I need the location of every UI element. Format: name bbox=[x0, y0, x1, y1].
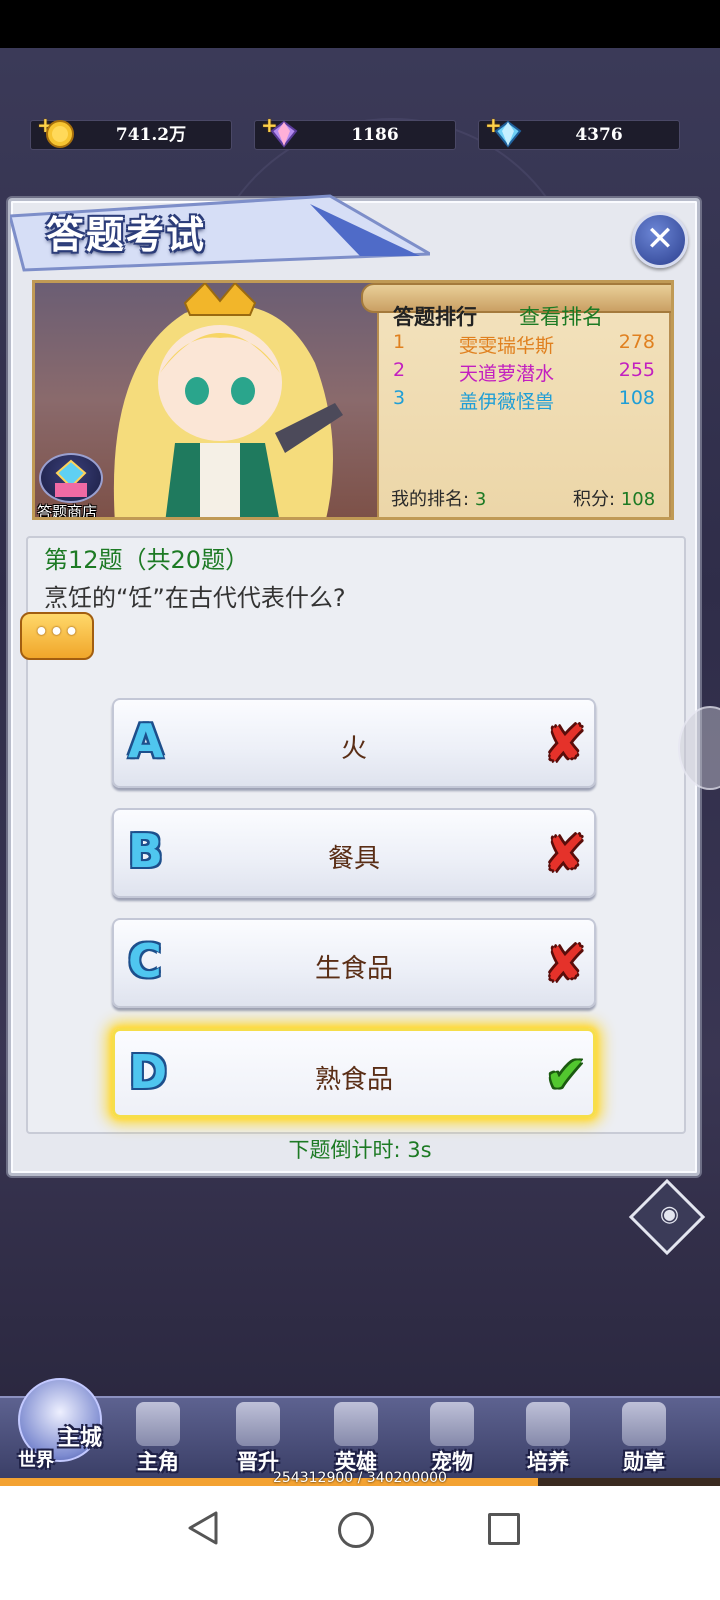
back-icon[interactable] bbox=[186, 1510, 220, 1546]
wings-icon bbox=[236, 1402, 280, 1446]
check-mark-icon: ✔ bbox=[545, 1046, 587, 1104]
knight-helmet-icon bbox=[334, 1402, 378, 1446]
recents-icon[interactable] bbox=[488, 1513, 520, 1545]
world-label[interactable]: 世界 bbox=[18, 1446, 54, 1472]
gold-value: 741.2万 bbox=[115, 125, 187, 145]
exp-text: 254312900 / 340200000 bbox=[273, 1470, 447, 1486]
gold-counter[interactable]: + 741.2万 bbox=[30, 115, 232, 150]
rank-score: 278 bbox=[618, 331, 655, 353]
rank-player-name: 天道萝潜水 bbox=[459, 363, 555, 385]
nav-item-pets[interactable]: 宠物 bbox=[408, 1402, 496, 1480]
crystal-value: 1186 bbox=[351, 125, 399, 145]
my-score-value: 108 bbox=[620, 489, 656, 510]
wrong-mark-icon: ✘ bbox=[544, 825, 586, 883]
diamond-counter[interactable]: + 4376 bbox=[478, 115, 680, 150]
crystal-counter[interactable]: + 1186 bbox=[254, 115, 456, 150]
nav-item-hero-main[interactable]: 主角 bbox=[114, 1402, 202, 1480]
quiz-shop-label[interactable]: 答题商店 bbox=[37, 501, 97, 517]
beast-icon bbox=[430, 1402, 474, 1446]
ranking-scroll: 答题排行 查看排名 1 雯雯瑞华斯 278 2 天道萝潜水 255 3 盖伊薇怪… bbox=[353, 283, 671, 517]
ranking-row: 2 天道萝潜水 255 bbox=[389, 359, 659, 385]
close-button[interactable]: ✕ bbox=[632, 212, 688, 268]
my-score: 积分: 108 bbox=[573, 485, 655, 511]
nav-item-train[interactable]: 培养 bbox=[504, 1402, 592, 1480]
ranking-row: 1 雯雯瑞华斯 278 bbox=[389, 331, 659, 357]
answer-option-c[interactable]: C 生食品 ✘ bbox=[112, 918, 596, 1008]
hero-portrait bbox=[113, 283, 343, 517]
chat-bubble-icon[interactable]: ••• bbox=[20, 612, 94, 660]
rank-score: 255 bbox=[618, 359, 655, 381]
my-score-label: 积分: bbox=[573, 489, 616, 510]
close-icon: ✕ bbox=[645, 219, 675, 259]
option-label: 餐具 bbox=[327, 844, 380, 874]
nav-item-heroes[interactable]: 英雄 bbox=[312, 1402, 400, 1480]
rank-number: 2 bbox=[393, 359, 406, 381]
answer-option-a[interactable]: A 火 ✘ bbox=[112, 698, 596, 788]
wrong-mark-icon: ✘ bbox=[544, 715, 586, 773]
bubble-dots: ••• bbox=[34, 620, 80, 645]
nav-item-medals[interactable]: 勋章 bbox=[600, 1402, 688, 1480]
my-rank-label: 我的排名: bbox=[391, 489, 470, 510]
helmet-icon bbox=[136, 1402, 180, 1446]
question-number: 第12题（共20题） bbox=[44, 546, 250, 574]
home-icon[interactable] bbox=[338, 1512, 374, 1548]
view-ranking-link[interactable]: 查看排名 bbox=[519, 301, 603, 331]
emblem-icon bbox=[526, 1402, 570, 1446]
medal-icon bbox=[622, 1402, 666, 1446]
rank-player-name: 雯雯瑞华斯 bbox=[459, 335, 555, 357]
rank-player-name: 盖伊薇怪兽 bbox=[459, 391, 555, 413]
dialog-title: 答题考试 bbox=[46, 212, 207, 257]
rank-number: 3 bbox=[393, 387, 406, 409]
status-bar bbox=[0, 0, 720, 48]
next-question-countdown: 下题倒计时: 3s bbox=[288, 1138, 432, 1162]
answer-option-d[interactable]: D 熟食品 ✔ bbox=[112, 1028, 596, 1118]
eye-icon: ◉ bbox=[659, 1202, 680, 1228]
answer-option-b[interactable]: B 餐具 ✘ bbox=[112, 808, 596, 898]
quiz-shop-button[interactable] bbox=[39, 453, 103, 503]
rank-score: 108 bbox=[618, 387, 655, 409]
main-city-button[interactable]: 主城 世界 bbox=[6, 1364, 110, 1480]
main-city-label: 主城 bbox=[58, 1425, 103, 1451]
nav-item-promote[interactable]: 晋升 bbox=[214, 1402, 302, 1480]
diamond-value: 4376 bbox=[575, 125, 623, 145]
my-rank-value: 3 bbox=[474, 489, 487, 510]
shop-icon bbox=[55, 459, 87, 497]
option-label: 火 bbox=[340, 734, 367, 764]
option-label: 熟食品 bbox=[314, 1065, 393, 1095]
rank-number: 1 bbox=[393, 331, 406, 353]
ranking-title: 答题排行 bbox=[393, 305, 477, 329]
hero-banner: 答题商店 答题排行 查看排名 1 雯雯瑞华斯 278 2 天道萝潜水 255 3… bbox=[32, 280, 674, 520]
my-rank: 我的排名: 3 bbox=[391, 485, 486, 511]
wrong-mark-icon: ✘ bbox=[544, 935, 586, 993]
ranking-row: 3 盖伊薇怪兽 108 bbox=[389, 387, 659, 413]
question-text: 烹饪的“饪”在古代代表什么? bbox=[44, 584, 346, 612]
option-label: 生食品 bbox=[314, 954, 393, 984]
